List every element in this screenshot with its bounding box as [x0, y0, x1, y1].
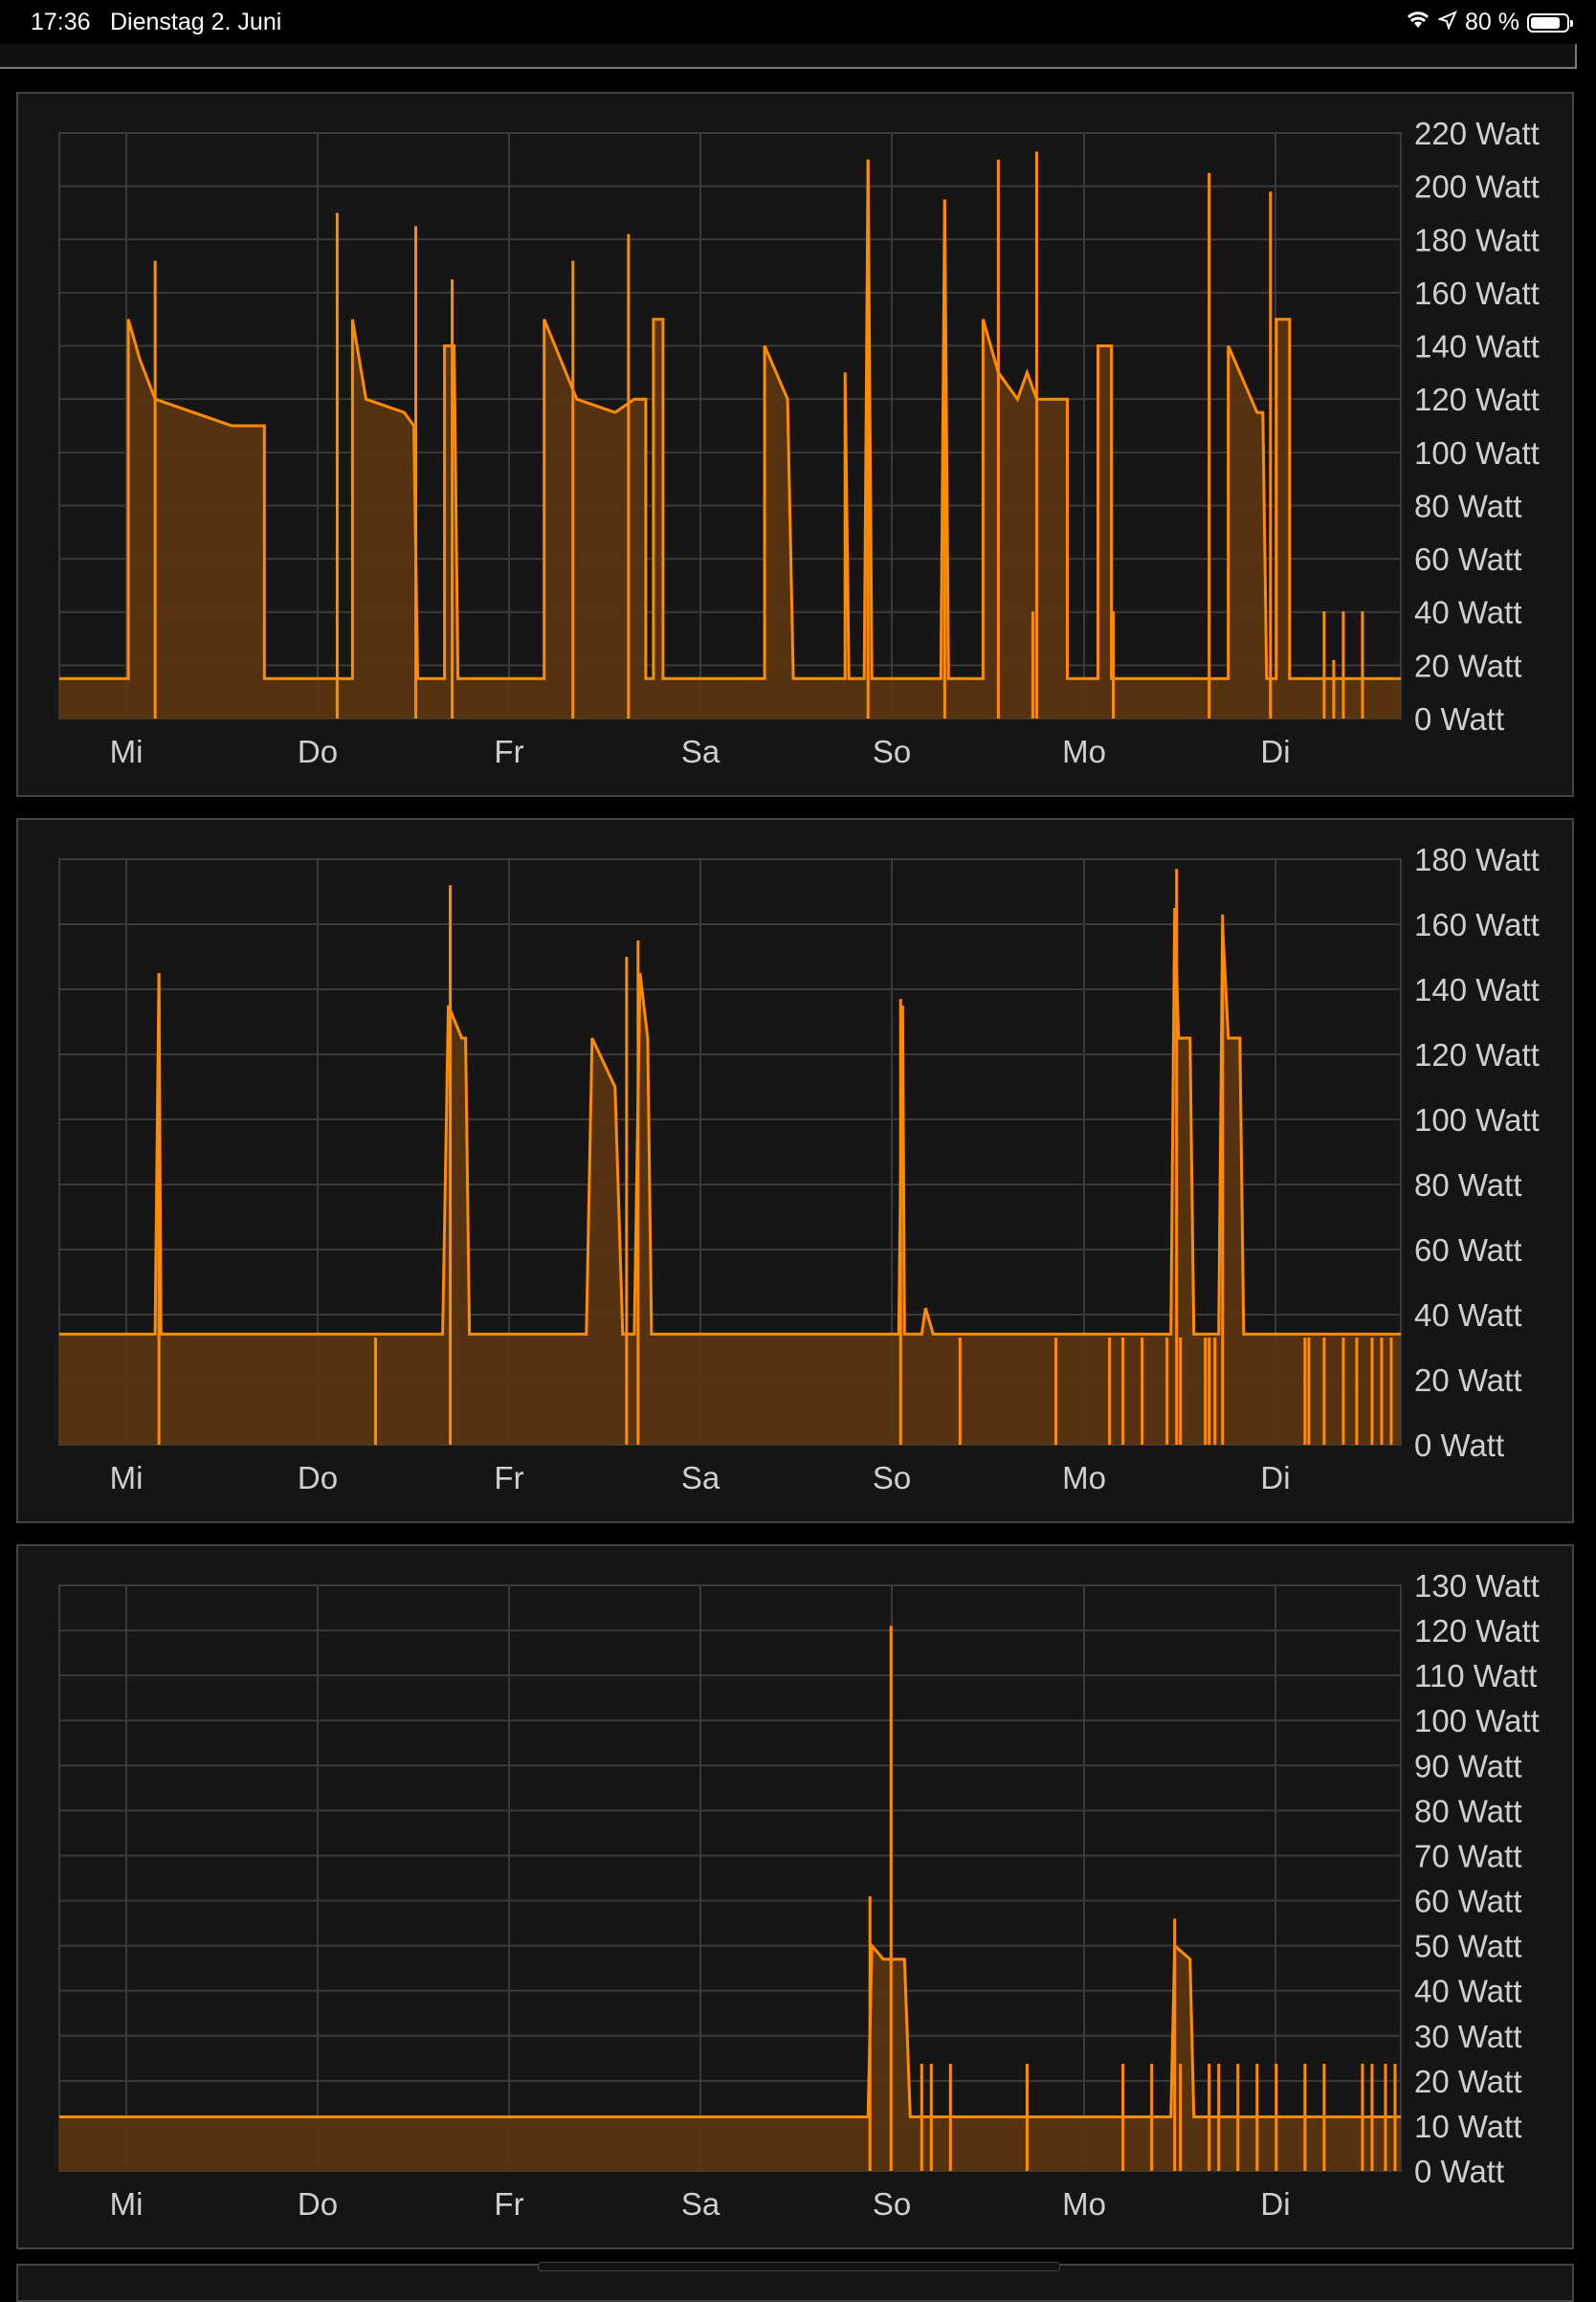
y-tick-label: 180 Watt [1414, 842, 1540, 877]
y-tick-label: 70 Watt [1414, 1838, 1522, 1873]
chart-2: 180 Watt 160 Watt 140 Watt 120 Watt 100 Watt… [58, 842, 1540, 1495]
x-tick-label: Di [1260, 734, 1290, 769]
x-tick-label: Fr [494, 734, 523, 769]
y-tick-label: 40 Watt [1414, 1297, 1522, 1333]
x-tick-label: Mo [1062, 2186, 1106, 2222]
status-bar: 17:36 Dienstag 2. Juni 80 % [0, 0, 1596, 44]
y-tick-label: 160 Watt [1414, 276, 1540, 311]
x-tick-label: Di [1260, 1460, 1290, 1495]
y-tick-label: 80 Watt [1414, 1793, 1522, 1828]
y-tick-label: 90 Watt [1414, 1748, 1522, 1783]
y-tick-label: 30 Watt [1414, 2019, 1522, 2054]
y-tick-label: 0 Watt [1414, 701, 1504, 737]
x-tick-label: Mi [110, 734, 144, 769]
y-tick-label: 200 Watt [1414, 169, 1540, 205]
x-tick-label: Mi [110, 2186, 144, 2222]
y-tick-label: 130 Watt [1414, 1568, 1540, 1604]
y-tick-label: 40 Watt [1414, 595, 1522, 631]
y-tick-label: 20 Watt [1414, 1362, 1522, 1398]
y-tick-label: 80 Watt [1414, 488, 1522, 523]
y-tick-label: 180 Watt [1414, 222, 1540, 257]
y-tick-label: 100 Watt [1414, 1703, 1540, 1738]
y-tick-label: 140 Watt [1414, 329, 1540, 365]
y-tick-label: 140 Watt [1414, 972, 1540, 1007]
x-tick-label: Sa [681, 2186, 720, 2222]
battery-icon [1527, 12, 1573, 33]
x-tick-label: Mi [110, 1460, 144, 1495]
y-tick-label: 40 Watt [1414, 1974, 1522, 2009]
y-tick-label: 100 Watt [1414, 1102, 1540, 1138]
x-tick-label: Do [298, 2186, 338, 2222]
chart-1: 220 Watt 200 Watt 180 Watt 160 Watt 140 Watt… [58, 116, 1540, 769]
y-tick-label: 120 Watt [1414, 382, 1540, 417]
x-tick-label: So [873, 2186, 911, 2222]
wifi-icon [1406, 9, 1430, 36]
y-tick-label: 0 Watt [1414, 2154, 1504, 2189]
y-tick-label: 60 Watt [1414, 1232, 1522, 1268]
top-panel-edge [0, 44, 1577, 69]
y-tick-label: 20 Watt [1414, 648, 1522, 683]
x-tick-label: So [873, 734, 911, 769]
x-tick-label: Di [1260, 2186, 1290, 2222]
chart-panel-3: 130 Watt 120 Watt 110 Watt 100 Watt 90 Watt 8… [16, 1544, 1574, 2249]
y-tick-label: 160 Watt [1414, 907, 1540, 942]
plot-area [58, 1584, 1402, 2172]
y-tick-label: 120 Watt [1414, 1613, 1540, 1649]
chart-panel-2: 180 Watt 160 Watt 140 Watt 120 Watt 100 Watt… [16, 818, 1574, 1523]
chart-panel-1: 220 Watt 200 Watt 180 Watt 160 Watt 140 Watt… [16, 92, 1574, 797]
y-tick-label: 20 Watt [1414, 2064, 1522, 2099]
y-tick-label: 100 Watt [1414, 435, 1540, 471]
status-date: Dienstag 2. Juni [110, 9, 282, 35]
y-tick-label: 60 Watt [1414, 1884, 1522, 1919]
status-icons: 80 % [1406, 9, 1573, 36]
battery-percent: 80 % [1465, 9, 1519, 35]
y-tick-label: 110 Watt [1414, 1658, 1537, 1693]
y-tick-label: 50 Watt [1414, 1929, 1522, 1964]
y-tick-label: 120 Watt [1414, 1037, 1540, 1073]
y-tick-label: 0 Watt [1414, 1428, 1504, 1463]
x-tick-label: Fr [494, 2186, 523, 2222]
x-tick-label: Fr [494, 1460, 523, 1495]
x-tick-label: Mo [1062, 1460, 1106, 1495]
status-time: 17:36 [31, 9, 91, 35]
x-tick-label: Do [298, 1460, 338, 1495]
y-tick-label: 80 Watt [1414, 1167, 1522, 1203]
chart-3: 130 Watt 120 Watt 110 Watt 100 Watt 90 Watt 8… [58, 1568, 1540, 2222]
x-tick-label: Sa [681, 1460, 720, 1495]
x-tick-label: Do [298, 734, 338, 769]
x-tick-label: Sa [681, 734, 720, 769]
x-tick-label: Mo [1062, 734, 1106, 769]
location-icon [1437, 9, 1457, 36]
y-tick-label: 60 Watt [1414, 542, 1522, 577]
y-tick-label: 10 Watt [1414, 2109, 1522, 2144]
y-tick-label: 220 Watt [1414, 116, 1540, 151]
home-indicator[interactable] [538, 2262, 1060, 2271]
x-tick-label: So [873, 1460, 911, 1495]
